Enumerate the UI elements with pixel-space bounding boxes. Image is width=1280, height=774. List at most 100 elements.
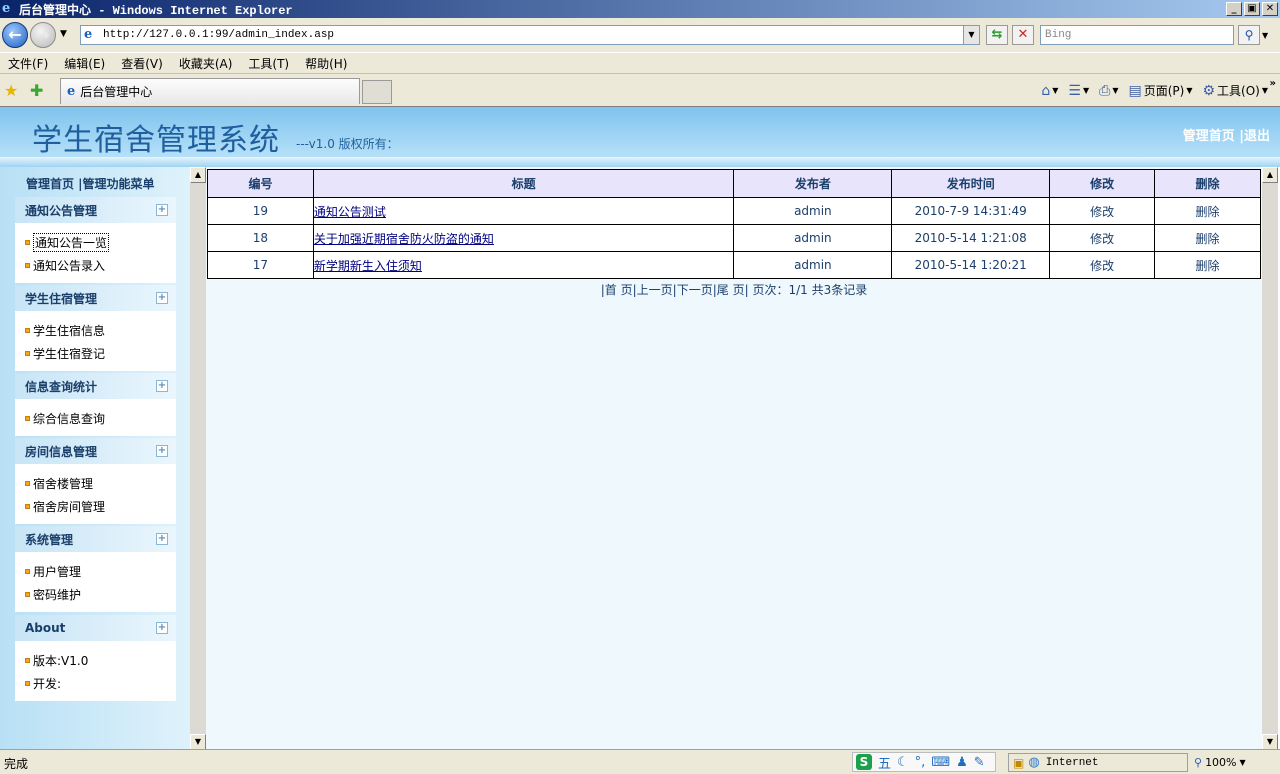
- scroll-up-icon[interactable]: ▲: [1262, 167, 1278, 183]
- forward-button[interactable]: →: [30, 22, 56, 48]
- security-zone[interactable]: ▣ ◍ Internet: [1008, 753, 1188, 772]
- menu-view[interactable]: 查看(V): [121, 55, 163, 72]
- protected-mode-icon: ▣: [1013, 755, 1025, 770]
- cell-author: admin: [733, 224, 893, 252]
- home-icon: ⌂: [1041, 82, 1051, 99]
- zoom-control[interactable]: ⚲ 100% ▼: [1194, 753, 1266, 772]
- feeds-button[interactable]: ☰ ▼: [1068, 83, 1089, 99]
- print-button[interactable]: ⎙ ▼: [1099, 83, 1118, 99]
- cell-title: 通知公告测试: [312, 197, 735, 225]
- notice-title-link[interactable]: 通知公告测试: [314, 205, 386, 219]
- window-titlebar: e 后台管理中心 - Windows Internet Explorer _ ▣…: [0, 0, 1280, 18]
- stop-button[interactable]: ✕: [1012, 25, 1034, 45]
- menu-tools[interactable]: 工具(T): [248, 55, 289, 72]
- expand-icon[interactable]: +: [156, 380, 168, 392]
- moon-icon[interactable]: ☾: [897, 755, 909, 770]
- bullet-icon: [25, 263, 30, 268]
- group-title-label: 房间信息管理: [25, 444, 98, 459]
- address-input[interactable]: http://127.0.0.1:99/admin_index.asp: [103, 29, 334, 41]
- sidebar-item-version: 版本:V1.0: [25, 649, 176, 672]
- rss-icon: ☰: [1068, 82, 1081, 99]
- pager-prev[interactable]: 上一页|: [637, 283, 677, 297]
- search-icon[interactable]: ⚲: [1238, 25, 1260, 45]
- menu-file[interactable]: 文件(F): [8, 55, 48, 72]
- history-dropdown-icon[interactable]: ▼: [60, 29, 67, 39]
- delete-link[interactable]: 删除: [1154, 197, 1261, 225]
- group-title[interactable]: 房间信息管理 +: [15, 438, 176, 464]
- group-title[interactable]: About +: [15, 615, 176, 641]
- pager-last[interactable]: 尾 页|: [717, 283, 749, 297]
- chevron-more-icon[interactable]: »: [1270, 78, 1276, 89]
- keyboard-icon[interactable]: ⌨: [931, 755, 950, 770]
- cell-time: 2010-7-9 14:31:49: [891, 197, 1051, 225]
- favorites-star-icon[interactable]: ★: [4, 81, 18, 100]
- sidebar-item-notice-add[interactable]: 通知公告录入: [25, 254, 176, 277]
- cell-title: 关于加强近期宿舍防火防盗的通知: [312, 224, 735, 252]
- expand-icon[interactable]: +: [156, 533, 168, 545]
- sidebar-item-rooms[interactable]: 宿舍房间管理: [25, 495, 176, 518]
- new-tab-button[interactable]: [362, 80, 392, 104]
- search-input[interactable]: Bing: [1040, 25, 1234, 45]
- group-title[interactable]: 信息查询统计 +: [15, 373, 176, 399]
- expand-icon[interactable]: +: [156, 204, 168, 216]
- menu-edit[interactable]: 编辑(E): [64, 55, 105, 72]
- maximize-button[interactable]: ▣: [1244, 2, 1260, 16]
- group-title[interactable]: 学生住宿管理 +: [15, 285, 176, 311]
- menu-help[interactable]: 帮助(H): [305, 55, 347, 72]
- address-dropdown-icon[interactable]: ▼: [963, 26, 979, 44]
- bullet-icon: [25, 416, 30, 421]
- menu-favorites[interactable]: 收藏夹(A): [179, 55, 233, 72]
- pager: |首 页|上一页|下一页|尾 页| 页次：1/1 共3条记录: [206, 281, 1262, 298]
- pager-first[interactable]: |首 页|: [601, 283, 637, 297]
- home-button[interactable]: ⌂ ▼: [1041, 83, 1058, 99]
- user-icon[interactable]: ♟: [956, 755, 968, 770]
- address-bar[interactable]: e http://127.0.0.1:99/admin_index.asp ▼: [80, 25, 980, 45]
- zoom-icon: ⚲: [1194, 756, 1203, 769]
- search-dropdown-icon[interactable]: ▼: [1262, 31, 1268, 40]
- sidebar-item-query[interactable]: 综合信息查询: [25, 407, 176, 430]
- sidebar-item-lodging-info[interactable]: 学生住宿信息: [25, 319, 176, 342]
- back-button[interactable]: ←: [2, 22, 28, 48]
- expand-icon[interactable]: +: [156, 445, 168, 457]
- expand-icon[interactable]: +: [156, 292, 168, 304]
- col-id: 编号: [207, 169, 314, 198]
- sidebar-heading[interactable]: 管理首页 |管理功能菜单: [26, 175, 155, 192]
- sogou-icon[interactable]: S: [856, 754, 872, 770]
- wrench-icon[interactable]: ✎: [974, 755, 985, 770]
- sidebar-item-users[interactable]: 用户管理: [25, 560, 176, 583]
- sidebar-scrollbar[interactable]: ▲ ▼: [190, 167, 206, 750]
- edit-link[interactable]: 修改: [1049, 224, 1156, 252]
- punctuation-icon[interactable]: °,: [915, 755, 926, 770]
- group-title[interactable]: 系统管理 +: [15, 526, 176, 552]
- expand-icon[interactable]: +: [156, 622, 168, 634]
- sidebar-item-lodging-register[interactable]: 学生住宿登记: [25, 342, 176, 365]
- scroll-down-icon[interactable]: ▼: [190, 734, 206, 750]
- edit-link[interactable]: 修改: [1049, 251, 1156, 279]
- sidebar-item-buildings[interactable]: 宿舍楼管理: [25, 472, 176, 495]
- add-favorite-icon[interactable]: ✚: [30, 81, 43, 100]
- pager-next[interactable]: 下一页|: [677, 283, 717, 297]
- tools-menu-button[interactable]: ⚙ 工具(O) ▼: [1202, 82, 1268, 99]
- page-menu-button[interactable]: ▤ 页面(P) ▼: [1128, 82, 1192, 99]
- menu-bar: 文件(F) 编辑(E) 查看(V) 收藏夹(A) 工具(T) 帮助(H): [0, 52, 1280, 74]
- notice-title-link[interactable]: 新学期新生入住须知: [314, 259, 422, 273]
- version-text: ---v1.0 版权所有：: [296, 137, 399, 151]
- main-scrollbar[interactable]: ▲ ▼: [1262, 167, 1278, 750]
- close-button[interactable]: ✕: [1262, 2, 1278, 16]
- header-links[interactable]: 管理首页 |退出: [1183, 125, 1270, 144]
- delete-link[interactable]: 删除: [1154, 251, 1261, 279]
- edit-link[interactable]: 修改: [1049, 197, 1156, 225]
- group-title[interactable]: 通知公告管理 +: [15, 197, 176, 223]
- minimize-button[interactable]: _: [1226, 2, 1242, 16]
- tab-admin-center[interactable]: e 后台管理中心: [60, 78, 360, 104]
- scroll-down-icon[interactable]: ▼: [1262, 734, 1278, 750]
- refresh-button[interactable]: ⇆: [986, 25, 1008, 45]
- scroll-up-icon[interactable]: ▲: [190, 167, 206, 183]
- sidebar-group-lodging: 学生住宿管理 + 学生住宿信息 学生住宿登记: [15, 285, 176, 371]
- notice-title-link[interactable]: 关于加强近期宿舍防火防盗的通知: [314, 232, 494, 246]
- sidebar-item-label: 用户管理: [33, 565, 82, 579]
- sidebar-item-password[interactable]: 密码维护: [25, 583, 176, 606]
- delete-link[interactable]: 删除: [1154, 224, 1261, 252]
- ime-mode[interactable]: 五: [878, 753, 891, 772]
- sidebar-item-notice-list[interactable]: 通知公告一览: [25, 231, 176, 254]
